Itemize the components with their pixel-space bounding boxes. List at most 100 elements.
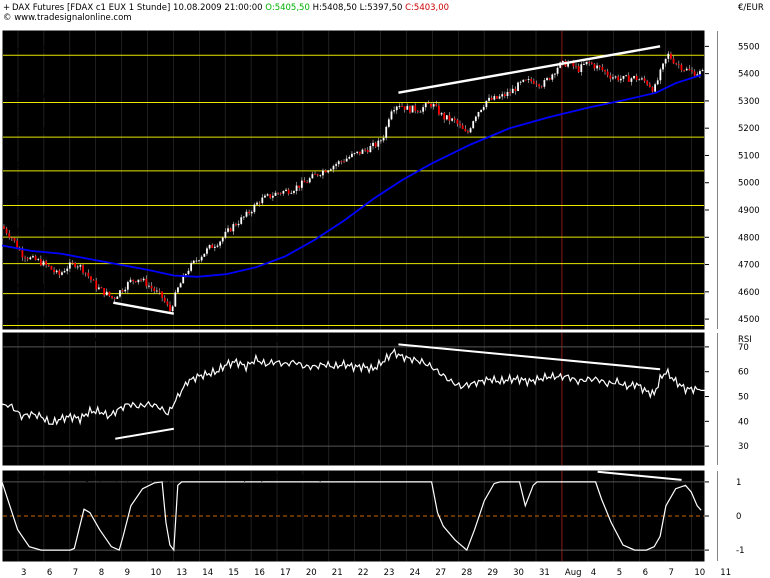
candle-up	[253, 204, 256, 212]
candle-up	[440, 113, 443, 115]
candle-up	[240, 217, 243, 224]
candle-down	[530, 79, 533, 82]
date-tick-label: 4	[591, 568, 596, 578]
candle-down	[74, 262, 77, 268]
candle-down	[111, 295, 113, 298]
candle-down	[34, 256, 37, 260]
level-label: 5293,97	[11, 93, 46, 103]
header-high: H:5408,50	[313, 3, 357, 13]
candle-down	[590, 62, 593, 65]
candle-up	[63, 271, 66, 273]
candle-down	[435, 104, 438, 106]
price-tick-label: 5300	[738, 97, 760, 107]
candle-down	[691, 70, 693, 72]
candle-down	[103, 288, 106, 296]
date-tick-label: 22	[358, 568, 369, 578]
candle-down	[26, 258, 29, 260]
candle-down	[525, 79, 527, 81]
candle-down	[677, 64, 680, 65]
candle-down	[5, 228, 8, 234]
candle-down	[235, 224, 237, 226]
candle-up	[699, 71, 701, 75]
candle-down	[211, 244, 214, 248]
candle-up	[432, 104, 435, 107]
candle-down	[366, 150, 369, 153]
candle-down	[374, 142, 377, 147]
candle-up	[290, 192, 293, 194]
header-close: C:5403,00	[405, 3, 449, 13]
candle-down	[672, 58, 675, 64]
candle-up	[406, 105, 409, 110]
candle-down	[343, 161, 345, 163]
rsi-pane[interactable]: Relative Strength Index [Close, 55, 30, …	[1, 331, 718, 467]
candle-up	[329, 169, 332, 171]
candle-up	[242, 216, 245, 218]
price-tick-label: 5400	[738, 70, 760, 80]
candle-down	[10, 237, 13, 239]
candle-up	[630, 78, 633, 82]
candle-up	[213, 246, 216, 248]
candle-down	[416, 111, 419, 112]
candle-down	[548, 78, 551, 80]
candle-up	[580, 64, 583, 72]
candle-down	[403, 106, 406, 110]
candle-down	[166, 301, 169, 305]
price-pane[interactable]: 5467,45 5293,97 5167,24 5043,4 4916,3 4800,63…	[1, 29, 718, 331]
candle-up	[187, 270, 190, 275]
candle-down	[153, 288, 156, 291]
date-tick-label: 24	[410, 568, 421, 578]
candle-up	[237, 223, 240, 226]
level-label: 4593,51	[11, 284, 46, 294]
candle-down	[287, 189, 290, 194]
candle-up	[395, 106, 398, 111]
candle-up	[482, 107, 485, 110]
candle-up	[179, 283, 182, 288]
header-low: L:5397,50	[360, 3, 403, 13]
candle-down	[503, 94, 506, 97]
candle-up	[171, 306, 174, 312]
candle-up	[256, 202, 258, 205]
date-tick-label: 11	[720, 568, 731, 578]
candle-up	[337, 161, 340, 165]
candle-up	[219, 241, 222, 246]
date-tick-label: 8	[99, 568, 104, 578]
candle-up	[208, 244, 211, 249]
candle-up	[335, 164, 338, 166]
candle-up	[372, 142, 374, 146]
candle-up	[543, 80, 546, 87]
candle-down	[13, 238, 16, 241]
date-tick-label: 3	[21, 568, 26, 578]
candle-down	[601, 66, 604, 71]
candle-up	[200, 256, 203, 261]
date-tick-label: 6	[47, 568, 52, 578]
candle-up	[546, 78, 548, 81]
candle-up	[474, 116, 477, 122]
stochastic-tick-label: -1	[736, 546, 744, 556]
candle-down	[21, 250, 24, 258]
candle-down	[490, 97, 493, 100]
candle-down	[298, 185, 301, 188]
candle-up	[501, 94, 504, 97]
svg-text:DAX Futures [FDAX c1 EUX: DAX Futures [FDAX c1 EUX 1 Stunde] 10.08…	[12, 3, 449, 13]
candle-up	[622, 75, 625, 79]
candle-down	[461, 125, 464, 129]
candle-up	[361, 149, 364, 154]
price-tick-label: 4600	[738, 288, 760, 298]
candle-down	[229, 228, 232, 232]
candle-up	[224, 231, 227, 238]
candle-up	[390, 111, 393, 120]
candle-down	[113, 297, 116, 299]
stochastic-pane[interactable]: STOASTIK DIGITAL [14, 14, 3, -1, 1] digi…	[1, 469, 718, 563]
candle-down	[58, 270, 61, 275]
candle-up	[480, 109, 483, 113]
candle-down	[427, 103, 430, 104]
candle-down	[617, 76, 620, 81]
header-symbol: DAX Futures	[12, 3, 65, 13]
date-tick-label: 29	[487, 568, 498, 578]
candle-up	[369, 145, 372, 153]
candle-down	[258, 202, 261, 204]
candle-up	[685, 68, 688, 71]
candle-up	[477, 112, 480, 117]
candle-down	[532, 81, 535, 84]
candle-down	[84, 272, 87, 274]
